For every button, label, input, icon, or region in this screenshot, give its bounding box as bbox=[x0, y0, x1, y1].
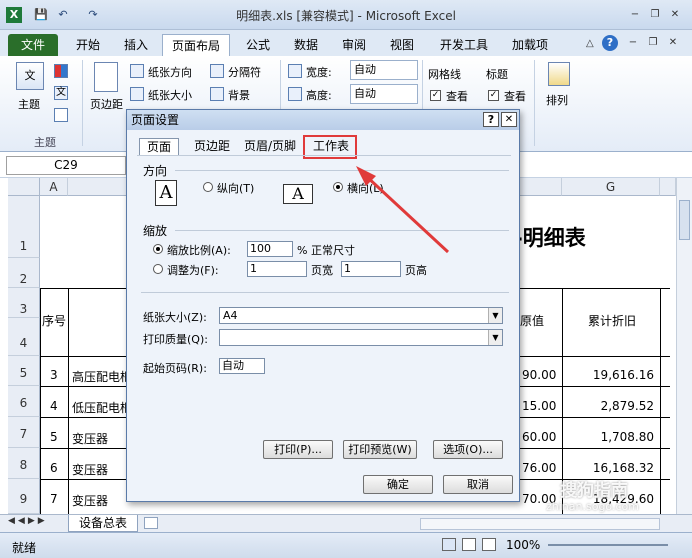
annotation-arrow bbox=[356, 166, 450, 254]
annotation-arrow-line bbox=[364, 174, 450, 254]
